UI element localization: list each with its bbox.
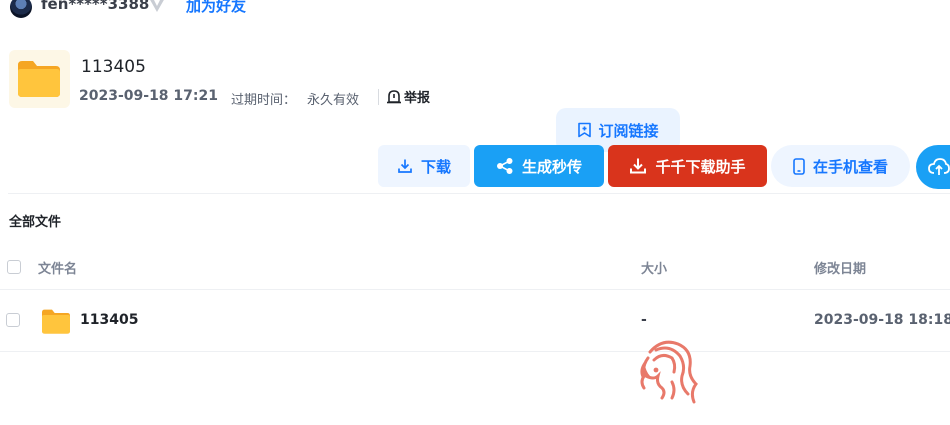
download-button[interactable]: 下载 [378,145,470,187]
expire-value: 永久有效 [307,93,360,108]
table-row-divider [0,351,950,352]
mobile-label: 在手机查看 [812,157,888,176]
expire-label: 过期时间： [231,93,297,108]
folder-icon [42,309,70,334]
add-friend-link[interactable]: 加为好友 [186,0,246,16]
instant-label: 生成秒传 [521,157,582,176]
all-files-heading: 全部文件 [9,215,62,230]
share-title: 113405 [81,57,146,77]
column-header-name[interactable]: 文件名 [38,258,77,277]
phone-icon [793,157,805,175]
column-header-date[interactable]: 修改日期 [814,258,866,277]
column-header-size[interactable]: 大小 [641,258,667,277]
row-checkbox[interactable] [6,313,20,327]
table-header-divider [0,289,950,290]
file-size: - [641,312,647,328]
download-helper-button[interactable]: 千千下载助手 [608,145,767,187]
cloud-upload-icon [928,158,950,175]
section-divider [8,193,950,194]
username[interactable]: fen*****3388 [41,0,149,13]
view-on-mobile-button[interactable]: 在手机查看 [771,145,910,187]
download-label: 下载 [420,157,451,176]
report-label: 举报 [404,91,431,106]
folder-icon [18,61,60,97]
generate-instant-link-button[interactable]: 生成秒传 [474,145,604,187]
select-all-checkbox[interactable] [7,260,21,274]
save-to-cloud-button[interactable] [916,145,950,189]
report-button[interactable]: 举报 [386,87,430,106]
download-icon [630,158,647,174]
vip-badge-icon [150,0,164,12]
share-nodes-icon [496,158,513,174]
download-icon [398,159,412,173]
file-name[interactable]: 113405 [80,312,138,328]
file-modified-date: 2023-09-18 18:18 [814,312,950,328]
share-folder-thumbnail [9,50,70,108]
header-separator [378,89,379,105]
share-date: 2023-09-18 17:21 [79,88,218,104]
user-avatar[interactable] [10,0,32,18]
watermark-logo-icon [640,340,698,404]
helper-label: 千千下载助手 [655,157,746,176]
subscribe-label: 订阅链接 [598,121,659,140]
warning-flag-icon [387,89,401,103]
bookmark-plus-icon [578,122,592,138]
